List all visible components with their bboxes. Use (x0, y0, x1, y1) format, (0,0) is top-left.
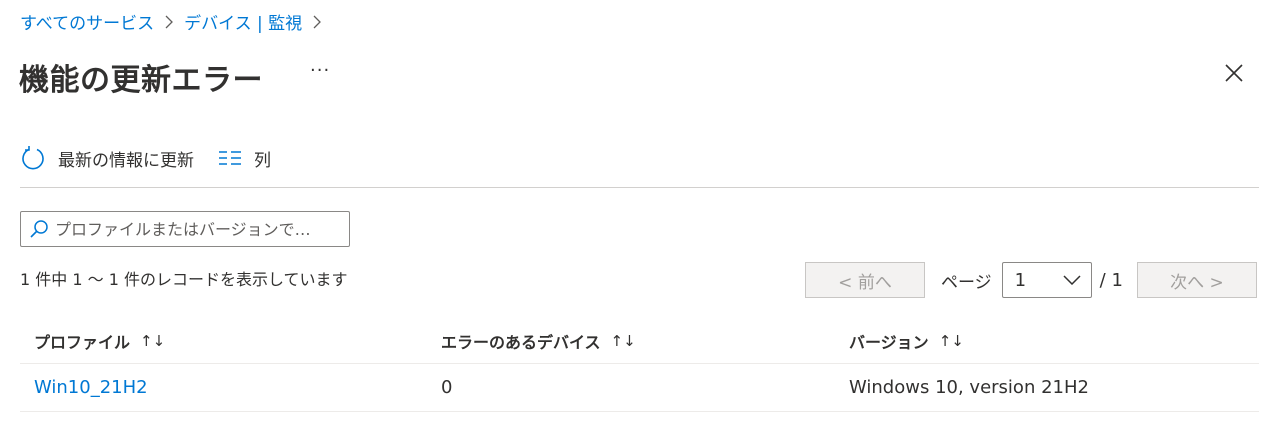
column-header-label: エラーのあるデバイス (441, 332, 601, 352)
refresh-button[interactable]: 最新の情報に更新 (20, 145, 194, 171)
sort-icon: ↑↓ (140, 331, 166, 350)
table-header: プロファイル ↑↓ エラーのあるデバイス ↑↓ バージョン ↑↓ (20, 318, 1259, 364)
page-select-value: 1 (1014, 269, 1027, 291)
profile-cell: Win10_21H2 (20, 377, 441, 398)
search-input[interactable] (55, 219, 340, 239)
chevron-right-icon (164, 15, 174, 29)
profile-link[interactable]: Win10_21H2 (34, 377, 148, 398)
next-page-button[interactable]: 次へ > (1136, 262, 1257, 298)
version-cell: Windows 10, version 21H2 (849, 377, 1089, 398)
page-title: 機能の更新エラー (19, 63, 263, 98)
toolbar: 最新の情報に更新 列 (20, 145, 295, 171)
more-options-button[interactable]: ··· (310, 60, 330, 81)
column-header-label: バージョン (849, 332, 929, 352)
prev-page-button[interactable]: < 前へ (805, 262, 925, 298)
pager: < 前へ ページ 1 / 1 次へ > (805, 262, 1257, 298)
sort-icon: ↑↓ (610, 331, 636, 350)
breadcrumb-all-services[interactable]: すべてのサービス (20, 9, 154, 34)
column-header-profile[interactable]: プロファイル ↑↓ (20, 329, 441, 353)
refresh-label: 最新の情報に更新 (58, 150, 194, 171)
page-select[interactable]: 1 (1001, 262, 1092, 298)
column-header-version[interactable]: バージョン ↑↓ (849, 329, 1259, 353)
toolbar-divider (20, 187, 1259, 188)
columns-icon (219, 151, 241, 165)
table-row: Win10_21H2 0 Windows 10, version 21H2 (20, 364, 1259, 412)
column-header-label: プロファイル (34, 332, 131, 352)
refresh-icon (22, 146, 44, 170)
page-total: / 1 (1099, 269, 1123, 291)
chevron-right-icon (312, 15, 322, 29)
chevron-down-icon (1063, 275, 1081, 285)
columns-button[interactable]: 列 (218, 146, 271, 171)
search-box[interactable] (20, 211, 350, 247)
columns-label: 列 (254, 150, 271, 171)
devices-with-errors-cell: 0 (441, 377, 453, 398)
data-table: プロファイル ↑↓ エラーのあるデバイス ↑↓ バージョン ↑↓ Win10_2… (20, 318, 1259, 412)
close-icon[interactable] (1222, 61, 1246, 85)
column-header-devices-with-errors[interactable]: エラーのあるデバイス ↑↓ (441, 329, 849, 353)
page-label: ページ (941, 272, 992, 293)
record-summary: 1 件中 1 〜 1 件のレコードを表示しています (20, 270, 348, 289)
breadcrumb-devices-monitor[interactable]: デバイス | 監視 (184, 9, 302, 34)
breadcrumb: すべてのサービス デバイス | 監視 (20, 9, 332, 34)
search-icon (30, 220, 48, 238)
sort-icon: ↑↓ (938, 331, 964, 350)
